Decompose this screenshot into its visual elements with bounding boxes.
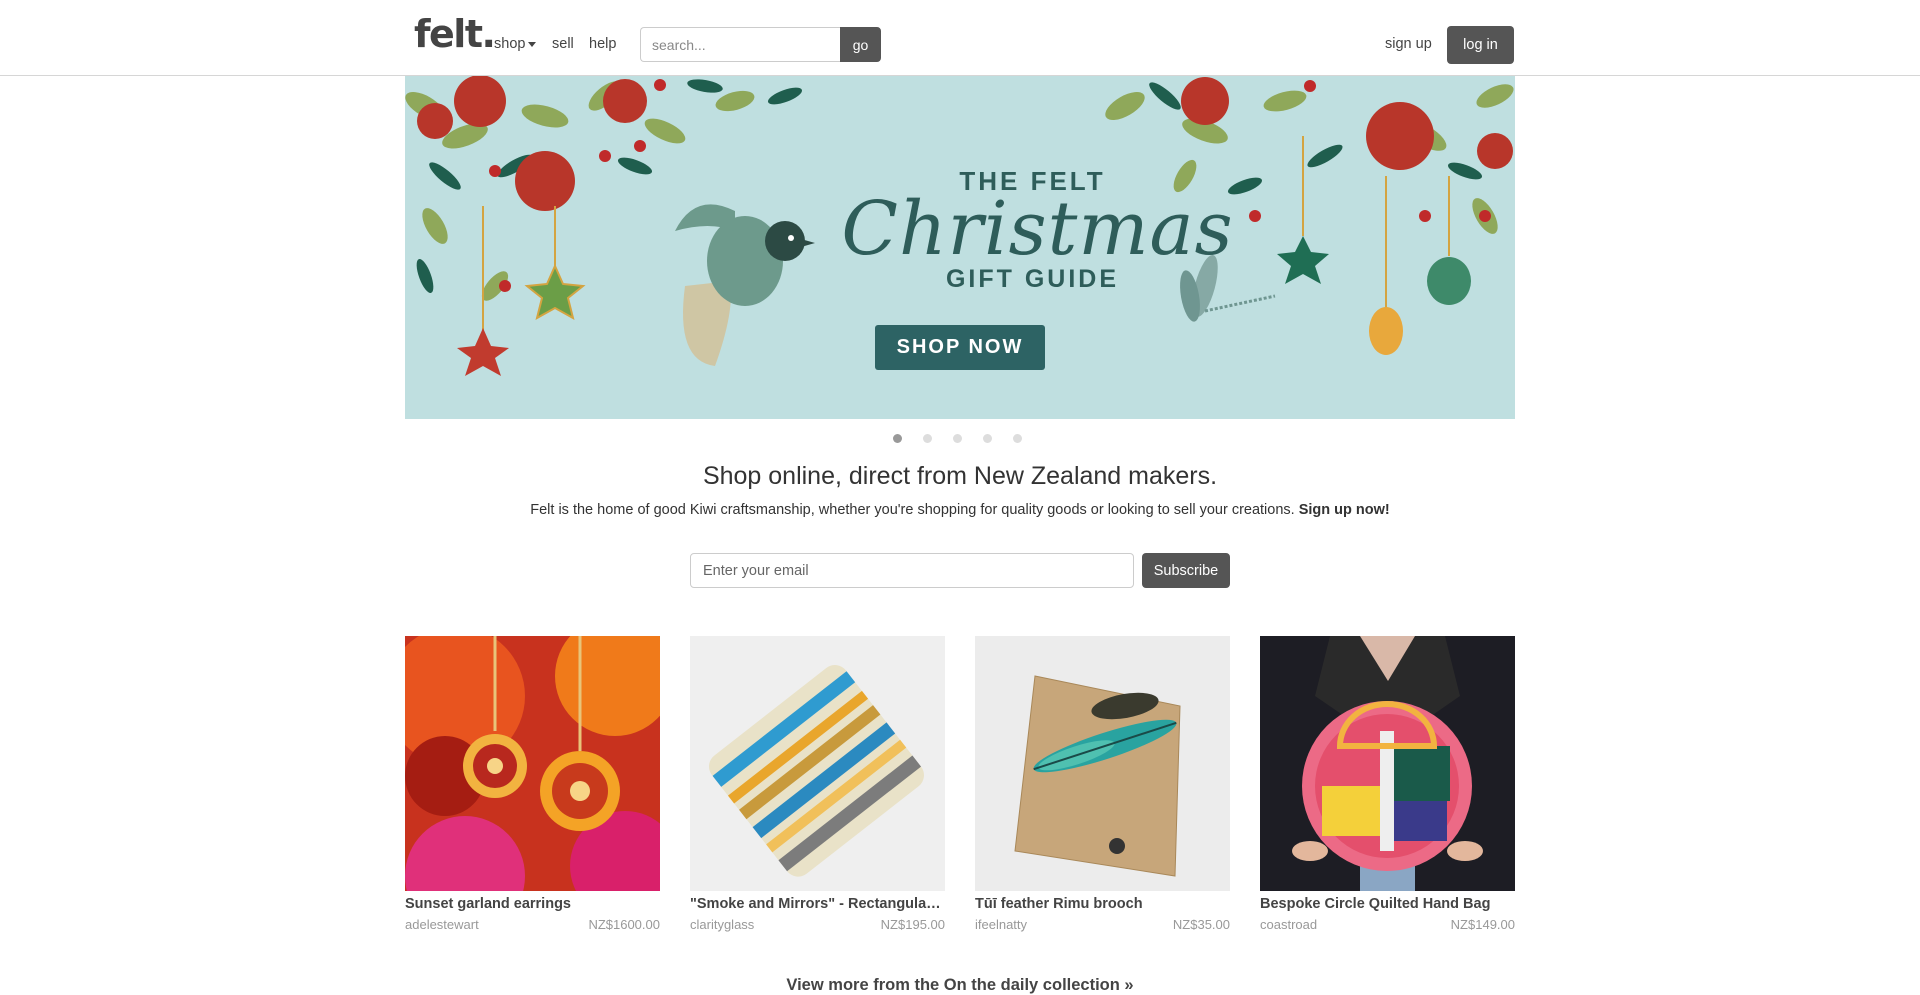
banner-title-line3: GIFT GUIDE [945, 265, 1120, 293]
search-go-button[interactable]: go [840, 27, 881, 62]
product-title[interactable]: Sunset garland earrings [405, 896, 660, 912]
carousel-dot[interactable] [1013, 434, 1022, 443]
product-title[interactable]: "Smoke and Mirrors" - Rectangular ... [690, 896, 945, 912]
product-title[interactable]: Bespoke Circle Quilted Hand Bag [1260, 896, 1515, 912]
chevron-down-icon [528, 41, 537, 47]
product-card[interactable]: Bespoke Circle Quilted Hand Bag coastroa… [1260, 636, 1515, 937]
sign-up-now-link[interactable]: Sign up now! [1299, 502, 1390, 518]
log-in-button[interactable]: log in [1447, 26, 1514, 64]
intro-description: Felt is the home of good Kiwi craftsmans… [530, 502, 1295, 518]
banner-title-line2: Christmas [841, 186, 1234, 272]
top-navbar: felt. shop sell help go sign up log in [0, 0, 1920, 76]
nav-sell[interactable]: sell [552, 36, 574, 52]
product-price: NZ$1600.00 [588, 917, 660, 932]
newsletter-email-input[interactable] [690, 553, 1134, 588]
nav-help[interactable]: help [589, 36, 616, 52]
view-more-collection-link[interactable]: View more from the On the daily collecti… [0, 976, 1920, 995]
product-price: NZ$149.00 [1450, 917, 1515, 932]
nav-shop-dropdown[interactable]: shop [494, 36, 537, 52]
product-image-quilted-bag[interactable] [1260, 636, 1515, 891]
product-card[interactable]: "Smoke and Mirrors" - Rectangular ... cl… [690, 636, 945, 937]
product-card[interactable]: Sunset garland earrings adelestewart NZ$… [405, 636, 660, 937]
product-seller[interactable]: adelestewart [405, 917, 479, 932]
product-title[interactable]: Tūī feather Rimu brooch [975, 896, 1230, 912]
page-headline: Shop online, direct from New Zealand mak… [702, 462, 1218, 490]
product-seller[interactable]: clarityglass [690, 917, 754, 932]
product-card[interactable]: Tūī feather Rimu brooch ifeelnatty NZ$35… [975, 636, 1230, 937]
product-seller[interactable]: ifeelnatty [975, 917, 1027, 932]
nav-shop-label: shop [494, 36, 526, 52]
product-image-glass-tray[interactable] [690, 636, 945, 891]
carousel-dot[interactable] [953, 434, 962, 443]
christmas-gift-guide-banner[interactable]: THE FELT Christmas GIFT GUIDE SHOP NOW [405, 76, 1515, 419]
product-price: NZ$195.00 [880, 917, 945, 932]
carousel-dot[interactable] [983, 434, 992, 443]
felt-logo[interactable]: felt. [414, 12, 496, 56]
product-image-feather-brooch[interactable] [975, 636, 1230, 891]
intro-text: Felt is the home of good Kiwi craftsmans… [0, 502, 1920, 518]
sign-up-link[interactable]: sign up [1385, 36, 1432, 52]
search-input[interactable] [640, 27, 841, 62]
shop-now-button[interactable]: SHOP NOW [875, 325, 1045, 370]
carousel-dot[interactable] [923, 434, 932, 443]
carousel-dot[interactable] [893, 434, 902, 443]
product-price: NZ$35.00 [1172, 917, 1230, 932]
subscribe-button[interactable]: Subscribe [1142, 553, 1230, 588]
product-seller[interactable]: coastroad [1260, 917, 1317, 932]
product-image-earrings[interactable] [405, 636, 660, 891]
